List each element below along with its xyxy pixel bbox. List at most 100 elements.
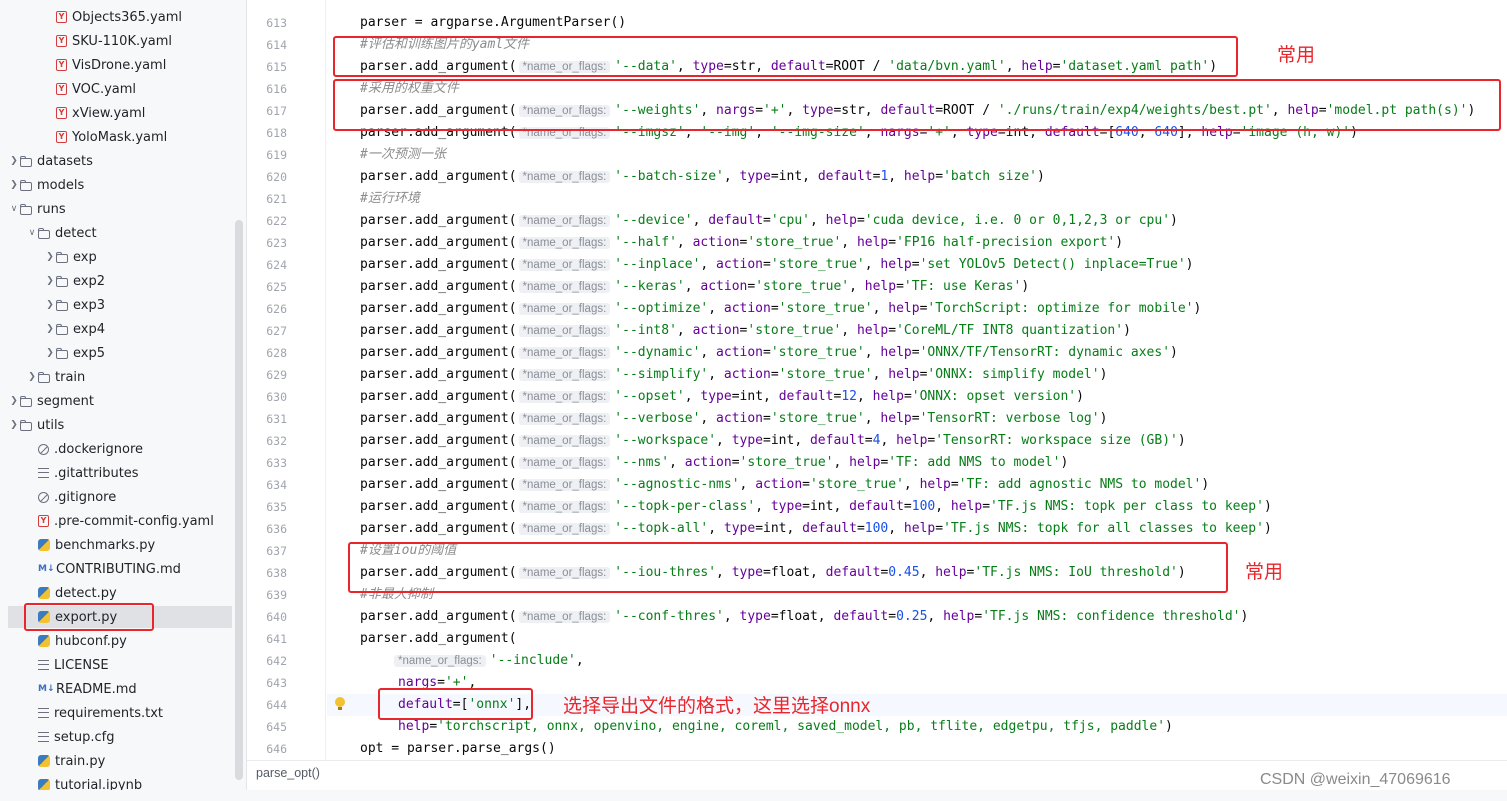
line-number: 617 xyxy=(266,104,287,118)
tree-item[interactable]: .gitignore xyxy=(0,486,236,508)
chevron-right-icon[interactable]: ❯ xyxy=(44,324,56,334)
tree-item[interactable]: ❯ models xyxy=(0,174,236,196)
tree-item[interactable]: benchmarks.py xyxy=(0,534,236,556)
sidebar-scrollbar[interactable] xyxy=(235,220,243,780)
tree-item[interactable]: ❯ exp xyxy=(0,246,236,268)
code-line[interactable]: parser.add_argument(*name_or_flags: '--ag… xyxy=(360,474,1209,496)
code-line[interactable]: parser = argparse.ArgumentParser() xyxy=(360,12,626,34)
chevron-right-icon[interactable]: ❯ xyxy=(8,420,20,430)
code-line[interactable]: parser.add_argument(*name_or_flags: '--wo… xyxy=(360,430,1186,452)
tree-item[interactable]: ❯ exp2 xyxy=(0,270,236,292)
code-line[interactable]: parser.add_argument(*name_or_flags: '--to… xyxy=(360,496,1272,518)
code-line[interactable]: parser.add_argument(*name_or_flags: '--dy… xyxy=(360,342,1178,364)
code-token: 100 xyxy=(864,521,889,536)
code-line[interactable]: parser.add_argument(*name_or_flags: '--de… xyxy=(360,210,1178,232)
code-line[interactable]: parser.add_argument(*name_or_flags: '--ke… xyxy=(360,276,1029,298)
tree-item[interactable]: train.py xyxy=(0,750,236,772)
line-number: 627 xyxy=(266,324,287,338)
text-file-icon xyxy=(38,660,49,670)
code-token: '--batch-size' xyxy=(614,169,724,184)
code-token: parser.add_argument( xyxy=(360,455,517,470)
tree-item[interactable]: Y .pre-commit-config.yaml xyxy=(0,510,236,532)
tree-item[interactable]: Y Objects365.yaml xyxy=(0,6,236,28)
code-token: 'ONNX/TF/TensorRT: dynamic axes' xyxy=(919,345,1171,360)
code-token: 'store_true' xyxy=(747,323,842,338)
line-number: 645 xyxy=(266,720,287,734)
chevron-down-icon[interactable]: ∨ xyxy=(8,204,20,214)
code-line[interactable]: parser.add_argument(*name_or_flags: '--in… xyxy=(360,254,1194,276)
tree-item[interactable]: Y SKU-110K.yaml xyxy=(0,30,236,52)
chevron-right-icon[interactable]: ❯ xyxy=(44,276,56,286)
chevron-right-icon[interactable]: ❯ xyxy=(8,180,20,190)
tree-item[interactable]: ❯ exp4 xyxy=(0,318,236,340)
tree-item-label: exp xyxy=(73,249,97,265)
tree-item[interactable]: setup.cfg xyxy=(0,726,236,748)
code-line[interactable]: parser.add_argument(*name_or_flags: '--co… xyxy=(360,606,1248,628)
tree-item[interactable]: ∨ runs xyxy=(0,198,236,220)
chevron-right-icon[interactable]: ❯ xyxy=(26,372,38,382)
code-line[interactable]: parser.add_argument(*name_or_flags: '--nm… xyxy=(360,452,1068,474)
tree-item[interactable]: tutorial.ipynb xyxy=(0,774,236,790)
tree-item[interactable]: Y VOC.yaml xyxy=(0,78,236,100)
tree-item[interactable]: ❯ exp3 xyxy=(0,294,236,316)
tree-item[interactable]: ❯ datasets xyxy=(0,150,236,172)
lightbulb-icon[interactable] xyxy=(335,697,345,711)
code-token: =int, xyxy=(763,433,810,448)
tree-item[interactable]: detect.py xyxy=(0,582,236,604)
line-number: 646 xyxy=(266,742,287,756)
code-token: 'store_true' xyxy=(778,301,873,316)
code-line[interactable]: parser.add_argument(*name_or_flags: '--ba… xyxy=(360,166,1045,188)
code-token: '--conf-thres' xyxy=(614,609,724,624)
tree-item[interactable]: ❯ utils xyxy=(0,414,236,436)
tree-item[interactable]: ❯ train xyxy=(0,366,236,388)
chevron-right-icon[interactable]: ❯ xyxy=(44,252,56,262)
code-token: default xyxy=(708,213,764,228)
chevron-right-icon[interactable]: ❯ xyxy=(8,396,20,406)
code-token: ) xyxy=(1263,521,1272,536)
code-line[interactable]: *name_or_flags: '--include', xyxy=(392,650,584,672)
tree-item[interactable]: .dockerignore xyxy=(0,438,236,460)
annotation-box-weights xyxy=(333,79,1501,131)
code-token: , xyxy=(864,257,881,272)
tree-item[interactable]: ❯ exp5 xyxy=(0,342,236,364)
code-token: , xyxy=(708,521,724,536)
code-line[interactable]: parser.add_argument(*name_or_flags: '--ha… xyxy=(360,232,1123,254)
tree-item[interactable]: LICENSE xyxy=(0,654,236,676)
code-token: type xyxy=(731,433,764,448)
code-token: 'cuda device, i.e. 0 or 0,1,2,3 or cpu' xyxy=(864,213,1171,228)
code-line[interactable]: parser.add_argument(*name_or_flags: '--op… xyxy=(360,386,1084,408)
code-line[interactable]: #运行环境 xyxy=(360,188,420,210)
tree-item[interactable]: Y VisDrone.yaml xyxy=(0,54,236,76)
tree-item[interactable]: ∨ detect xyxy=(0,222,236,244)
chevron-right-icon[interactable]: ❯ xyxy=(8,156,20,166)
code-token: , xyxy=(864,411,881,426)
tree-item[interactable]: .gitattributes xyxy=(0,462,236,484)
tree-item[interactable]: ❯ segment xyxy=(0,390,236,412)
tree-item[interactable]: Y YoloMask.yaml xyxy=(0,126,236,148)
code-line[interactable]: #一次预测一张 xyxy=(360,144,446,166)
code-token: type xyxy=(700,389,732,404)
tree-item[interactable]: hubconf.py xyxy=(0,630,236,652)
code-token: 'TF: add NMS to model' xyxy=(888,455,1061,470)
chevron-down-icon[interactable]: ∨ xyxy=(26,228,38,238)
code-token: 'TF: add agnostic NMS to model' xyxy=(958,477,1202,492)
tree-item[interactable]: M↓ CONTRIBUTING.md xyxy=(0,558,236,580)
code-line[interactable]: parser.add_argument(*name_or_flags: '--ve… xyxy=(360,408,1107,430)
yaml-icon: Y xyxy=(56,11,67,23)
chevron-right-icon[interactable]: ❯ xyxy=(44,348,56,358)
tree-item[interactable]: requirements.txt xyxy=(0,702,236,724)
code-line[interactable]: parser.add_argument( xyxy=(360,628,517,650)
line-number: 616 xyxy=(266,82,287,96)
line-number: 621 xyxy=(266,192,287,206)
tree-item-label: .gitignore xyxy=(54,489,117,505)
code-line[interactable]: opt = parser.parse_args() xyxy=(360,738,556,760)
code-line[interactable]: parser.add_argument(*name_or_flags: '--si… xyxy=(360,364,1107,386)
folder-icon xyxy=(20,395,32,407)
tree-item[interactable]: YxView.yaml xyxy=(0,102,236,124)
code-line[interactable]: parser.add_argument(*name_or_flags: '--to… xyxy=(360,518,1272,540)
breadcrumb[interactable]: parse_opt() xyxy=(256,766,320,780)
chevron-right-icon[interactable]: ❯ xyxy=(44,300,56,310)
code-line[interactable]: parser.add_argument(*name_or_flags: '--in… xyxy=(360,320,1131,342)
tree-item[interactable]: M↓ README.md xyxy=(0,678,236,700)
code-line[interactable]: parser.add_argument(*name_or_flags: '--op… xyxy=(360,298,1201,320)
